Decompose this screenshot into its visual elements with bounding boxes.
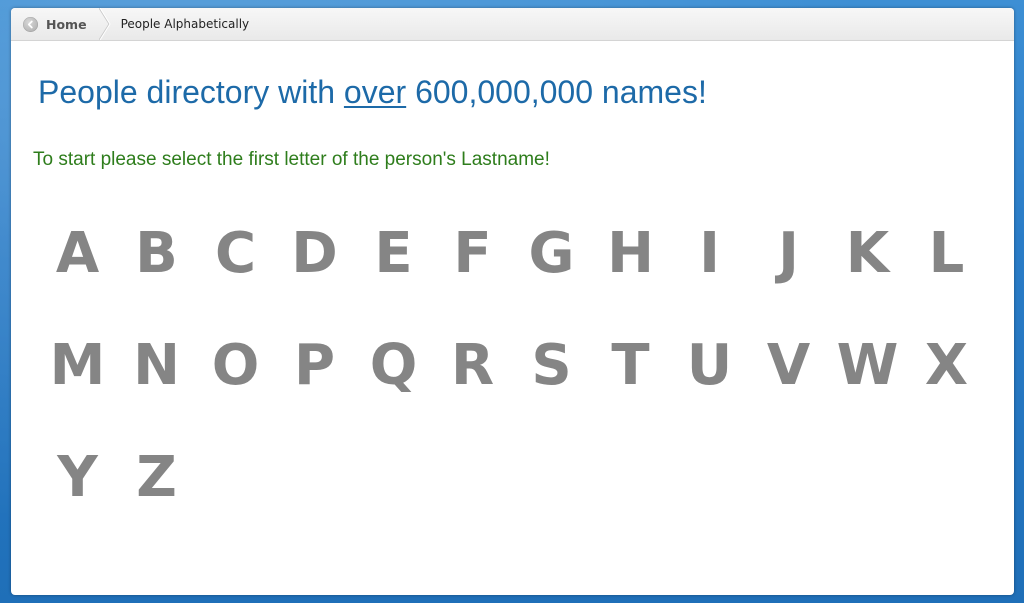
letter-grid: ABCDEFGHIJKL MNOPQRSTUVWX YZ <box>38 198 986 534</box>
back-arrow-icon <box>23 16 38 32</box>
letter-link-l[interactable]: L <box>907 198 986 310</box>
letter-link-u[interactable]: U <box>670 310 749 422</box>
letter-link-i[interactable]: I <box>670 198 749 310</box>
page-title: People directory with over 600,000,000 n… <box>38 74 707 111</box>
breadcrumb-home[interactable]: Home <box>11 8 99 40</box>
letter-link-x[interactable]: X <box>907 310 986 422</box>
letter-link-j[interactable]: J <box>749 198 828 310</box>
letter-link-a[interactable]: A <box>38 198 117 310</box>
breadcrumb-separator <box>98 8 111 40</box>
letter-link-f[interactable]: F <box>433 198 512 310</box>
breadcrumb-home-label: Home <box>46 16 87 32</box>
letter-link-z[interactable]: Z <box>117 422 196 534</box>
instruction-text: To start please select the first letter … <box>33 149 550 170</box>
breadcrumb: Home People Alphabetically <box>11 8 1014 41</box>
letter-link-b[interactable]: B <box>117 198 196 310</box>
breadcrumb-current: People Alphabetically <box>120 17 250 31</box>
letter-link-v[interactable]: V <box>749 310 828 422</box>
letter-link-h[interactable]: H <box>591 198 670 310</box>
letter-link-o[interactable]: O <box>196 310 275 422</box>
main-panel: Home People Alphabetically People direct… <box>11 8 1014 595</box>
letter-link-d[interactable]: D <box>275 198 354 310</box>
letter-link-t[interactable]: T <box>591 310 670 422</box>
letter-link-p[interactable]: P <box>275 310 354 422</box>
page-title-suffix: 600,000,000 names! <box>406 74 707 110</box>
letter-link-s[interactable]: S <box>512 310 591 422</box>
letter-link-q[interactable]: Q <box>354 310 433 422</box>
page-title-emphasis: over <box>343 74 407 110</box>
letter-link-g[interactable]: G <box>512 198 591 310</box>
letter-link-c[interactable]: C <box>196 198 275 310</box>
letter-link-m[interactable]: M <box>38 310 117 422</box>
page-title-prefix: People directory with <box>38 74 344 110</box>
letter-link-n[interactable]: N <box>117 310 196 422</box>
letter-link-w[interactable]: W <box>828 310 907 422</box>
letter-link-r[interactable]: R <box>433 310 512 422</box>
letter-link-y[interactable]: Y <box>38 422 117 534</box>
letter-link-k[interactable]: K <box>828 198 907 310</box>
letter-link-e[interactable]: E <box>354 198 433 310</box>
